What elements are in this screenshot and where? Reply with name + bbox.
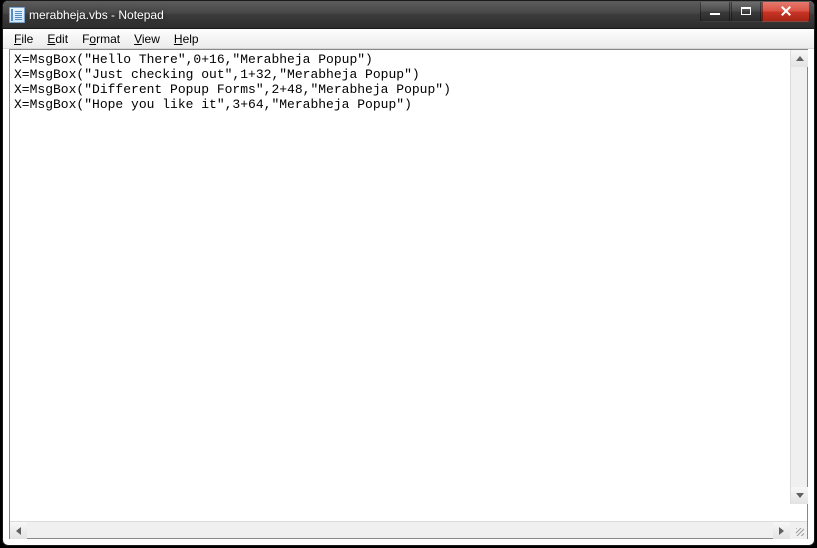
chevron-right-icon <box>779 527 784 535</box>
chevron-left-icon <box>16 527 21 535</box>
minimize-icon <box>710 12 720 15</box>
titlebar[interactable]: merabheja.vbs - Notepad <box>3 1 814 29</box>
menu-file[interactable]: File <box>7 30 40 48</box>
vertical-scrollbar[interactable] <box>790 50 807 504</box>
menu-format[interactable]: Format <box>75 30 127 48</box>
scroll-down-button[interactable] <box>791 487 808 504</box>
maximize-icon <box>741 7 751 15</box>
menu-edit[interactable]: Edit <box>40 30 75 48</box>
horizontal-scroll-track[interactable] <box>27 522 773 538</box>
notepad-icon <box>9 7 25 23</box>
window-title: merabheja.vbs - Notepad <box>29 8 164 22</box>
editor-container: X=MsgBox("Hello There",0+16,"Merabheja P… <box>9 49 808 539</box>
maximize-button[interactable] <box>731 2 761 22</box>
menu-view[interactable]: View <box>127 30 167 48</box>
minimize-button[interactable] <box>700 2 730 22</box>
text-editor[interactable]: X=MsgBox("Hello There",0+16,"Merabheja P… <box>10 50 807 521</box>
notepad-window: merabheja.vbs - Notepad File Edit Format… <box>2 0 815 546</box>
resize-grip[interactable] <box>790 522 807 539</box>
chevron-down-icon <box>796 493 804 498</box>
menubar: File Edit Format View Help <box>3 29 814 49</box>
close-button[interactable] <box>762 2 810 22</box>
close-icon <box>780 5 792 17</box>
vertical-scroll-track[interactable] <box>791 67 807 487</box>
scroll-up-button[interactable] <box>791 50 808 67</box>
scroll-left-button[interactable] <box>10 522 27 539</box>
scroll-right-button[interactable] <box>773 522 790 539</box>
menu-help[interactable]: Help <box>167 30 206 48</box>
horizontal-scrollbar[interactable] <box>10 521 807 538</box>
chevron-up-icon <box>796 56 804 61</box>
